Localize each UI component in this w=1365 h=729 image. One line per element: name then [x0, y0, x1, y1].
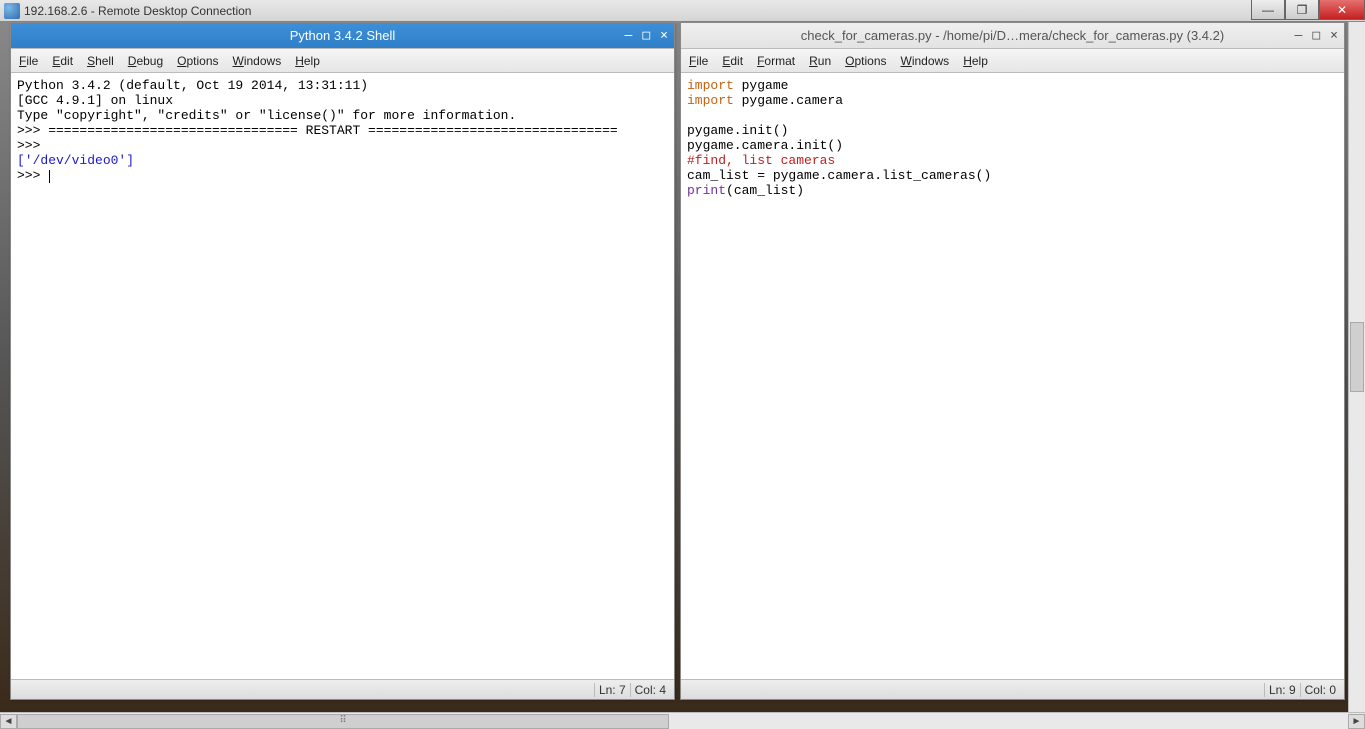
code-comment: #find, list cameras [687, 153, 835, 168]
rdp-close-button[interactable]: ✕ [1319, 0, 1365, 20]
editor-minimize-icon[interactable]: — [1295, 28, 1303, 43]
scroll-left-arrow-icon[interactable]: ◄ [0, 714, 17, 729]
editor-text-area[interactable]: import pygame import pygame.camera pygam… [681, 73, 1344, 679]
code-text: pygame [734, 78, 789, 93]
code-line: cam_list = pygame.camera.list_cameras() [687, 168, 991, 183]
rdp-titlebar: 192.168.2.6 - Remote Desktop Connection … [0, 0, 1365, 22]
editor-status-col: Col: 0 [1300, 683, 1340, 697]
shell-window-controls: — □ × [625, 23, 668, 48]
rdp-window-controls: — ❐ ✕ [1251, 0, 1365, 20]
editor-window-controls: — □ × [1295, 23, 1338, 48]
rdp-icon [4, 3, 20, 19]
rdp-minimize-button[interactable]: — [1251, 0, 1285, 20]
menu-options[interactable]: Options [177, 54, 218, 68]
menu-format[interactable]: Format [757, 54, 795, 68]
code-line: pygame.camera.init() [687, 138, 843, 153]
code-builtin-print: print [687, 183, 726, 198]
menu-file[interactable]: File [689, 54, 708, 68]
menu-windows[interactable]: Windows [901, 54, 950, 68]
menu-shell[interactable]: Shell [87, 54, 114, 68]
editor-close-icon[interactable]: × [1330, 28, 1338, 43]
menu-options[interactable]: Options [845, 54, 886, 68]
code-text: (cam_list) [726, 183, 804, 198]
text-cursor-icon [49, 170, 50, 183]
menu-debug[interactable]: Debug [128, 54, 163, 68]
menu-edit[interactable]: Edit [722, 54, 743, 68]
menu-edit[interactable]: Edit [52, 54, 73, 68]
shell-prompt: >>> [17, 138, 48, 153]
editor-window: check_for_cameras.py - /home/pi/D…mera/c… [680, 22, 1345, 700]
shell-intro-2: [GCC 4.9.1] on linux [17, 93, 173, 108]
horizontal-scroll-track[interactable]: ⠿ [17, 714, 1348, 729]
shell-menubar: File Edit Shell Debug Options Windows He… [11, 49, 674, 73]
shell-text-area[interactable]: Python 3.4.2 (default, Oct 19 2014, 13:3… [11, 73, 674, 679]
rdp-maximize-button[interactable]: ❐ [1285, 0, 1319, 20]
editor-titlebar[interactable]: check_for_cameras.py - /home/pi/D…mera/c… [681, 23, 1344, 49]
shell-status-col: Col: 4 [630, 683, 670, 697]
shell-intro-3: Type "copyright", "credits" or "license(… [17, 108, 516, 123]
horizontal-scrollbar[interactable]: ◄ ⠿ ► [0, 712, 1365, 729]
shell-intro-1: Python 3.4.2 (default, Oct 19 2014, 13:3… [17, 78, 368, 93]
menu-windows[interactable]: Windows [233, 54, 282, 68]
menu-help[interactable]: Help [295, 54, 320, 68]
shell-maximize-icon[interactable]: □ [642, 28, 650, 43]
shell-window: Python 3.4.2 Shell — □ × File Edit Shell… [10, 22, 675, 700]
shell-output: ['/dev/video0'] [17, 153, 134, 168]
scroll-right-arrow-icon[interactable]: ► [1348, 714, 1365, 729]
vertical-scrollbar[interactable] [1348, 22, 1365, 712]
menu-help[interactable]: Help [963, 54, 988, 68]
shell-status-line: Ln: 7 [594, 683, 630, 697]
shell-close-icon[interactable]: × [660, 28, 668, 43]
shell-title-text: Python 3.4.2 Shell [290, 28, 396, 43]
code-text: pygame.camera [734, 93, 843, 108]
rdp-title-text: 192.168.2.6 - Remote Desktop Connection [24, 4, 251, 18]
horizontal-scroll-thumb[interactable]: ⠿ [17, 714, 669, 729]
code-keyword-import: import [687, 78, 734, 93]
vertical-scroll-thumb[interactable] [1350, 322, 1364, 392]
editor-maximize-icon[interactable]: □ [1312, 28, 1320, 43]
editor-menubar: File Edit Format Run Options Windows Hel… [681, 49, 1344, 73]
shell-statusbar: Ln: 7 Col: 4 [11, 679, 674, 699]
shell-prompt-active: >>> [17, 168, 48, 183]
remote-desktop-area: Python 3.4.2 Shell — □ × File Edit Shell… [0, 22, 1365, 712]
menu-run[interactable]: Run [809, 54, 831, 68]
code-keyword-import: import [687, 93, 734, 108]
shell-minimize-icon[interactable]: — [625, 28, 633, 43]
shell-restart-line: >>> ================================ RES… [17, 123, 618, 138]
editor-status-line: Ln: 9 [1264, 683, 1300, 697]
menu-file[interactable]: File [19, 54, 38, 68]
editor-title-text: check_for_cameras.py - /home/pi/D…mera/c… [801, 28, 1224, 43]
shell-titlebar[interactable]: Python 3.4.2 Shell — □ × [11, 23, 674, 49]
code-line: pygame.init() [687, 123, 788, 138]
editor-statusbar: Ln: 9 Col: 0 [681, 679, 1344, 699]
